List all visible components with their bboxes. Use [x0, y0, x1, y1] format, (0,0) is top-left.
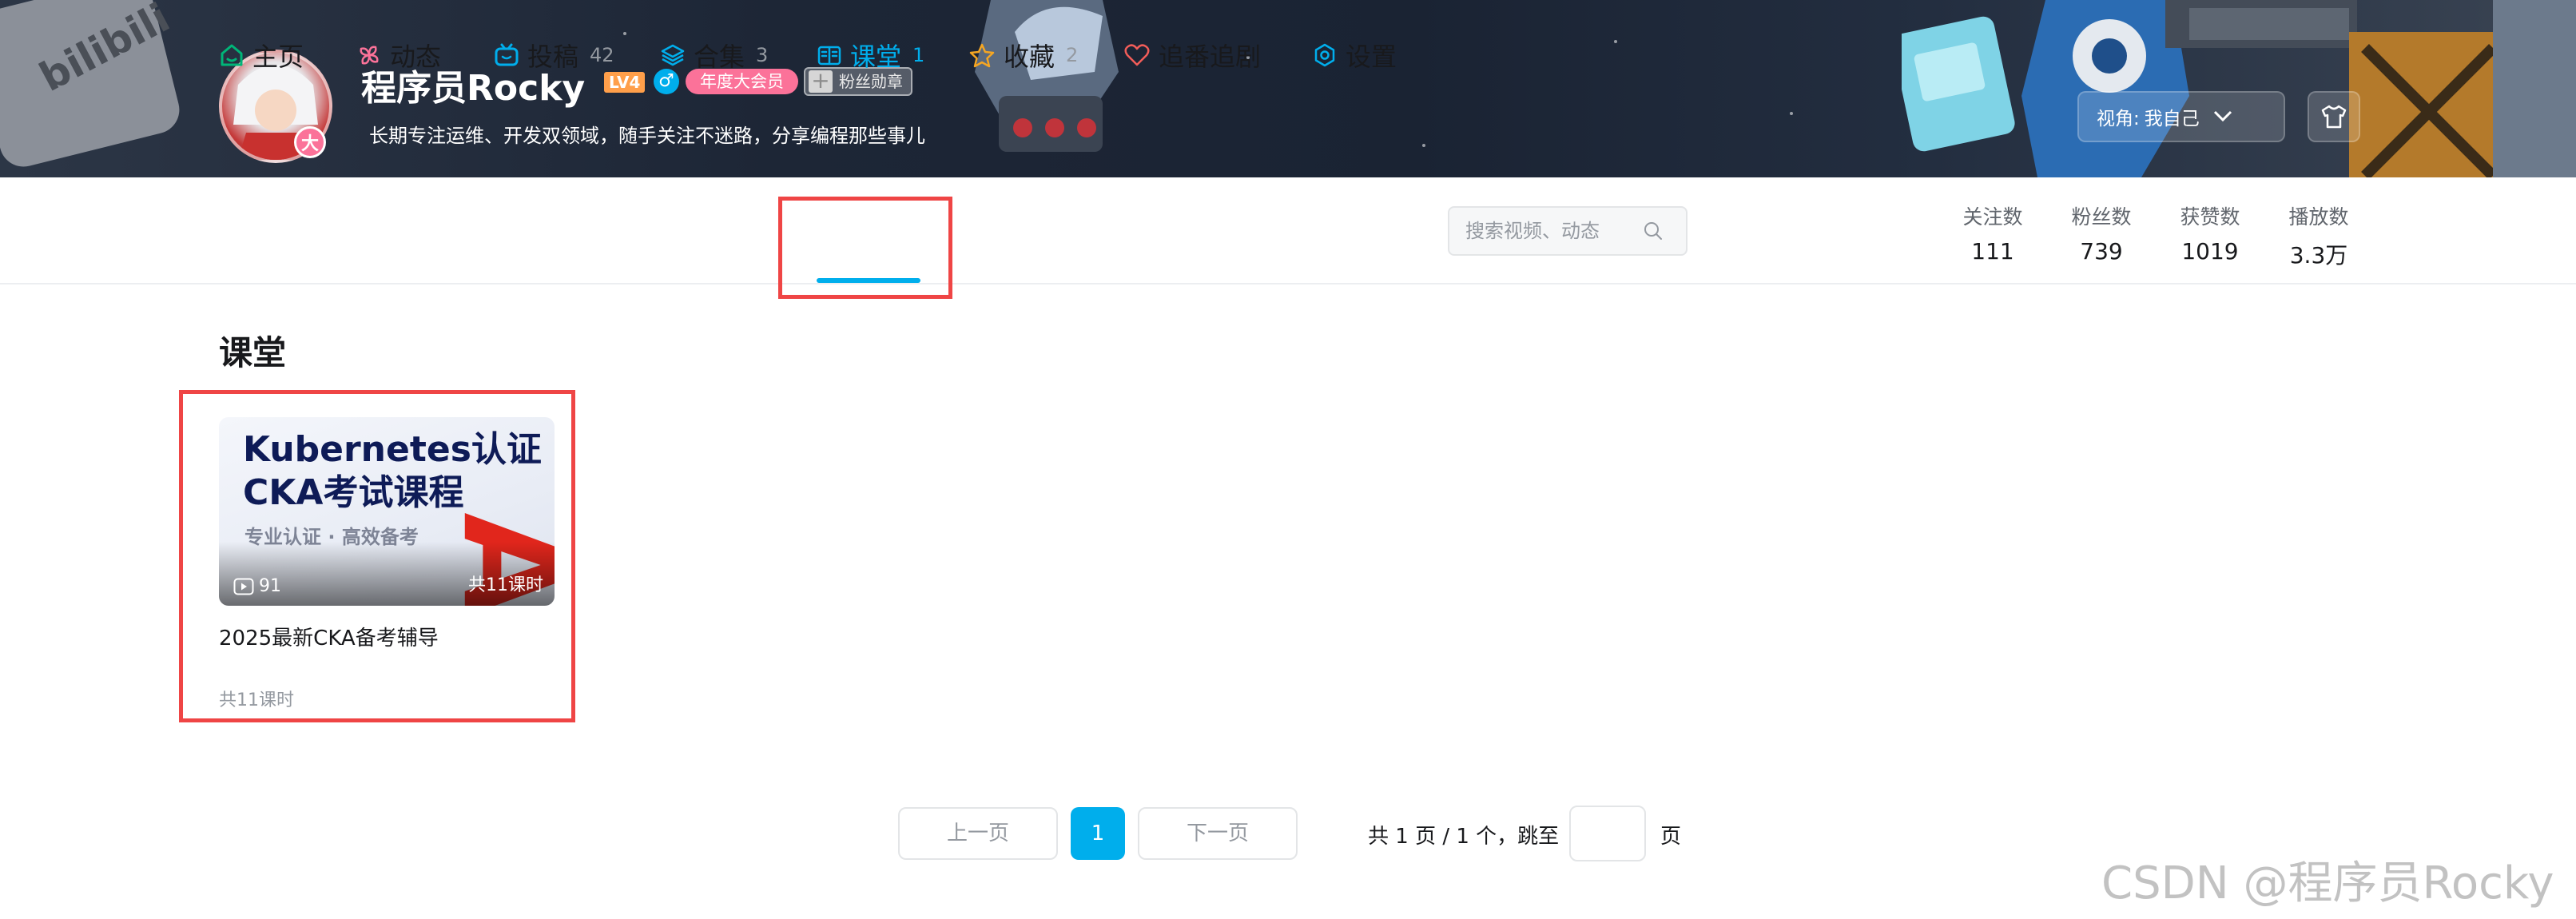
search-icon[interactable]: [1643, 221, 1664, 241]
mecha-illustration: [1902, 0, 2576, 177]
avatar-badge: 大: [294, 126, 326, 158]
star-decoration: [623, 32, 626, 35]
stat-value: 111: [1971, 238, 2014, 265]
home-icon: [221, 44, 243, 66]
star-icon: [969, 43, 995, 68]
tab-settings[interactable]: 设置: [1312, 37, 1397, 74]
stat-following[interactable]: 关注数 111: [1945, 201, 2041, 265]
stat-value: 739: [2080, 238, 2123, 265]
pagination-info: 共 1 页 / 1 个，跳至: [1368, 825, 1560, 849]
play-count: 91: [233, 576, 281, 596]
tv-icon: [495, 43, 519, 66]
tab-classroom[interactable]: 课堂 1: [817, 37, 924, 74]
heart-icon: [1124, 44, 1150, 66]
tab-label: 设置: [1346, 42, 1397, 72]
jump-page-field[interactable]: [1569, 806, 1648, 861]
stat-title: 播放数: [2288, 205, 2349, 229]
star-decoration: [1422, 144, 1425, 147]
user-signature[interactable]: 长期专注运维、开发双领域，随手关注不迷路，分享编程那些事儿: [369, 120, 925, 148]
cover-lesson-count: 共11课时: [468, 575, 543, 595]
stat-title: 关注数: [1962, 205, 2023, 229]
star-decoration: [1790, 112, 1793, 115]
next-page-button[interactable]: 下一页: [1138, 807, 1298, 860]
shirt-icon: [2321, 105, 2347, 129]
prev-page-button[interactable]: 上一页: [898, 807, 1058, 860]
stat-value: 1019: [2181, 238, 2239, 265]
view-perspective-select[interactable]: 视角: 我自己: [2077, 91, 2285, 142]
play-count-value: 91: [259, 576, 281, 596]
layers-icon: [661, 44, 685, 66]
view-value: 我自己: [2144, 109, 2200, 129]
logo-text: bilibili: [32, 0, 177, 101]
page-number-current[interactable]: 1: [1071, 807, 1125, 860]
stat-title: 获赞数: [2180, 205, 2240, 229]
highlight-box-classroom-tab: [778, 197, 952, 299]
tab-label: 合集: [694, 42, 745, 72]
stat-followers[interactable]: 粉丝数 739: [2053, 201, 2149, 265]
stat-plays: 播放数 3.3万: [2271, 201, 2367, 270]
theme-outfit-button[interactable]: [2308, 91, 2360, 142]
tab-dynamic[interactable]: 动态: [356, 37, 441, 74]
view-prefix: 视角:: [2097, 109, 2140, 129]
page-title: 课堂: [219, 333, 287, 372]
stat-likes: 获赞数 1019: [2162, 201, 2258, 265]
tab-label: 收藏: [1004, 42, 1055, 72]
course-cover[interactable]: Kubernetes认证 CKA考试课程 专业认证 · 高效备考 A 91 共1…: [219, 417, 555, 606]
cover-title: Kubernetes认证 CKA考试课程: [243, 428, 542, 515]
level-badge[interactable]: LV4: [604, 72, 646, 93]
tab-count: 2: [1066, 44, 1079, 66]
tab-label: 主页: [252, 42, 304, 72]
watermark: CSDN @程序员Rocky: [2101, 857, 2554, 909]
tab-label: 动态: [390, 42, 442, 72]
tab-count: 3: [756, 44, 769, 66]
tab-label: 课堂: [850, 42, 902, 72]
course-title[interactable]: 2025最新CKA备考辅导: [219, 622, 439, 651]
tab-count: 42: [590, 44, 614, 66]
book-icon: [817, 46, 841, 66]
cover-title-line-2: CKA考试课程: [243, 472, 464, 513]
robot-illustration: [975, 0, 1119, 152]
tab-uploads[interactable]: 投稿 42: [494, 37, 614, 74]
tab-bangumi[interactable]: 追番追剧: [1123, 37, 1261, 74]
bilibili-logo[interactable]: bilibili: [0, 0, 185, 172]
tab-home[interactable]: 主页: [219, 37, 304, 74]
course-lesson-count: 共11课时: [219, 690, 294, 710]
plus-icon: +: [809, 70, 833, 93]
search-input[interactable]: [1464, 219, 1643, 243]
chevron-down-icon: [2212, 107, 2233, 127]
play-count-icon: [233, 578, 254, 595]
pinwheel-icon: [360, 46, 379, 65]
tab-count: 1: [912, 44, 925, 66]
settings-icon: [1314, 43, 1335, 67]
star-decoration: [1614, 40, 1617, 43]
jump-page-input[interactable]: [1571, 807, 1648, 861]
stat-title: 粉丝数: [2071, 205, 2132, 229]
tab-collections[interactable]: 合集 3: [660, 37, 768, 74]
tab-favorites[interactable]: 收藏 2: [968, 37, 1078, 74]
tab-label: 追番追剧: [1159, 42, 1262, 72]
space-search-box[interactable]: [1448, 206, 1688, 256]
pagination-unit: 页: [1660, 825, 1682, 849]
tab-label: 投稿: [527, 42, 579, 72]
stat-value: 3.3万: [2289, 242, 2348, 269]
profile-banner: bilibili 大 程序员Rocky LV4 ♂ 年度大会员 + 粉丝勋章 长…: [0, 0, 2576, 177]
cover-title-line-1: Kubernetes认证: [243, 429, 542, 470]
